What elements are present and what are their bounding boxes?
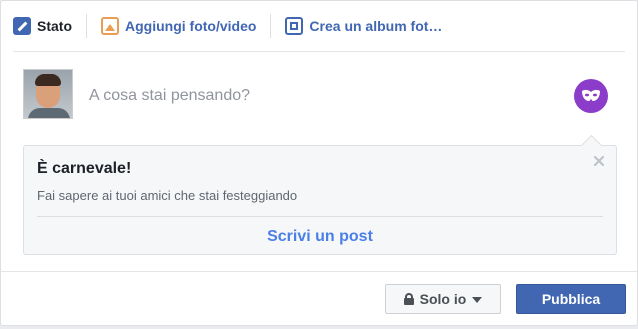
avatar[interactable] [23, 69, 73, 119]
tab-status[interactable]: Stato [13, 1, 72, 51]
privacy-selector-button[interactable]: Solo io [385, 284, 501, 314]
carnival-mask-icon [582, 89, 600, 101]
composer-tabs: Stato Aggiungi foto/video Crea un album … [13, 1, 625, 52]
tab-create-album-label: Crea un album fot… [309, 18, 443, 34]
carnival-suggestion-card: È carnevale! Fai sapere ai tuoi amici ch… [23, 145, 617, 255]
write-post-link[interactable]: Scrivi un post [24, 228, 616, 246]
album-icon [285, 17, 304, 35]
photo-icon [101, 17, 119, 35]
privacy-label: Solo io [419, 291, 467, 307]
chevron-down-icon [472, 297, 483, 303]
publish-button[interactable]: Pubblica [516, 284, 626, 314]
card-description: Fai sapere ai tuoi amici che stai festeg… [37, 188, 298, 203]
tab-add-photo-video-label: Aggiungi foto/video [125, 18, 257, 34]
tab-status-label: Stato [37, 18, 72, 34]
tab-divider [270, 14, 272, 38]
pencil-icon [13, 17, 31, 35]
card-title: È carnevale! [37, 160, 132, 177]
card-divider [37, 216, 603, 217]
close-icon[interactable] [592, 154, 606, 168]
carnival-mask-button[interactable] [574, 79, 608, 113]
status-composer: Stato Aggiungi foto/video Crea un album … [0, 0, 638, 326]
status-input[interactable] [87, 83, 551, 109]
footer-divider [1, 271, 637, 272]
tab-divider [86, 14, 87, 38]
tab-create-album[interactable]: Crea un album fot… [285, 1, 442, 51]
tab-add-photo-video[interactable]: Aggiungi foto/video [101, 1, 256, 51]
lock-icon [403, 293, 414, 305]
